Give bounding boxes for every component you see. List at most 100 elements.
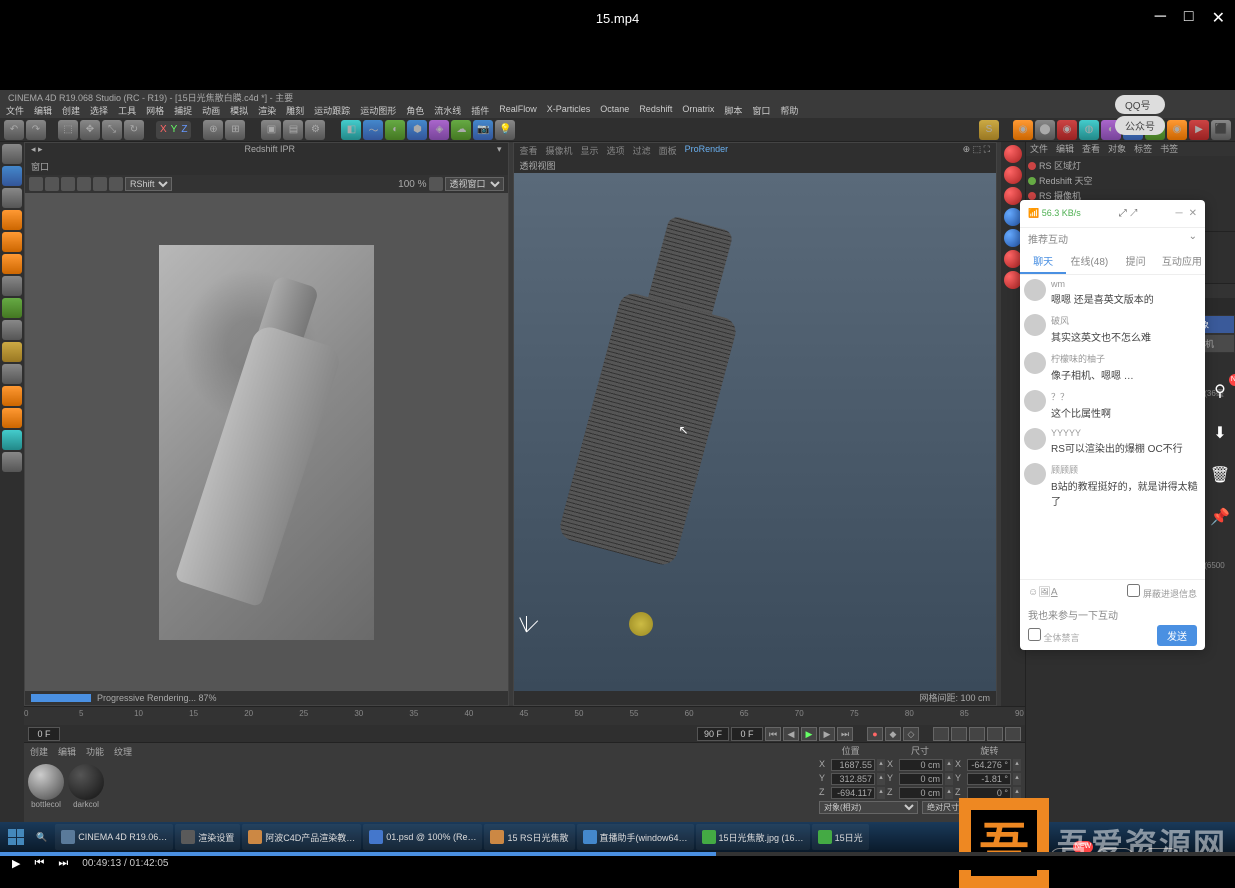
tl-start[interactable] <box>28 727 60 741</box>
tl-first-icon[interactable]: ⏮ <box>765 727 781 741</box>
snap-icon[interactable]: ⊞ <box>225 120 245 140</box>
vp-tab-2[interactable]: 显示 <box>581 144 599 158</box>
menu-网格[interactable]: 网格 <box>146 104 164 118</box>
selection-gizmo[interactable] <box>629 612 653 636</box>
enable-icon[interactable] <box>2 298 22 318</box>
chat-close-icon[interactable]: ✕ <box>1189 208 1197 219</box>
ipr-stop-icon[interactable] <box>45 177 59 191</box>
material-ball-1[interactable] <box>28 764 64 800</box>
download-icon[interactable]: ⬇ <box>1209 422 1231 444</box>
rs-icon[interactable]: ◉ <box>1013 120 1033 140</box>
qq-badge-top[interactable]: QQ号 <box>1115 95 1165 114</box>
chat-tab-1[interactable]: 在线(48) <box>1066 249 1112 274</box>
hide-msg-checkbox[interactable] <box>1127 584 1140 597</box>
menu-捕捉[interactable]: 捕捉 <box>174 104 192 118</box>
uv-point-icon[interactable] <box>2 408 22 428</box>
menu-选择[interactable]: 选择 <box>90 104 108 118</box>
nav-orb-2[interactable] <box>1004 166 1022 184</box>
menu-文件[interactable]: 文件 <box>6 104 24 118</box>
obj-Redshift 天空[interactable]: Redshift 天空 <box>1028 173 1233 188</box>
vp-tab-0[interactable]: 查看 <box>520 144 538 158</box>
redo-icon[interactable]: ↷ <box>26 120 46 140</box>
search-icon[interactable]: 🔍 <box>30 824 53 850</box>
rs-render-icon[interactable]: ▶ <box>1189 120 1209 140</box>
tl-scale-icon[interactable] <box>951 727 967 741</box>
menu-编辑[interactable]: 编辑 <box>34 104 52 118</box>
render-settings-icon[interactable]: ⚙ <box>305 120 325 140</box>
ipr-toolbar[interactable]: RShift 100 % 透视窗口 <box>25 175 508 193</box>
material-ball-2[interactable] <box>68 764 104 800</box>
poly-mode-icon[interactable] <box>2 254 22 274</box>
material-manager[interactable]: 创建编辑功能纹理 bottlecol darkcol <box>24 742 815 822</box>
cube-icon[interactable]: ◧ <box>341 120 361 140</box>
vp-tab-1[interactable]: 摄像机 <box>546 144 573 158</box>
chevron-down-icon[interactable]: ⌄ <box>1189 231 1197 246</box>
chat-tab-0[interactable]: 聊天 <box>1020 249 1066 274</box>
menu-RealFlow[interactable]: RealFlow <box>499 104 537 118</box>
video-progress[interactable] <box>0 852 1235 856</box>
tl-last-icon[interactable]: ⏭ <box>837 727 853 741</box>
texture-mode-icon[interactable] <box>2 166 22 186</box>
qq-badge-bot[interactable]: 公众号 <box>1115 116 1165 135</box>
ipr-zoom-spin[interactable] <box>429 177 443 191</box>
prev-track-icon[interactable]: ⏮ <box>34 857 44 870</box>
obj-RS 区域灯[interactable]: RS 区域灯 <box>1028 158 1233 173</box>
ipr-region-icon[interactable] <box>77 177 91 191</box>
vp-tab-3[interactable]: 选项 <box>607 144 625 158</box>
tl-prev-icon[interactable]: ◀ <box>783 727 799 741</box>
share-icon[interactable]: ⚲ <box>1209 380 1231 402</box>
plugin-s-icon[interactable]: S <box>979 120 999 140</box>
axis-icon[interactable] <box>2 276 22 296</box>
chat-tab-3[interactable]: 互动应用 <box>1159 249 1205 274</box>
undo-icon[interactable]: ↶ <box>4 120 24 140</box>
point-mode-icon[interactable] <box>2 210 22 230</box>
tl-auto-icon[interactable]: ◇ <box>903 727 919 741</box>
uv-poly-icon[interactable] <box>2 430 22 450</box>
nurbs-icon[interactable]: ◐ <box>385 120 405 140</box>
light-icon[interactable]: 💡 <box>495 120 515 140</box>
select-icon[interactable]: ⬚ <box>58 120 78 140</box>
menu-Redshift[interactable]: Redshift <box>639 104 672 118</box>
viewport-solo-icon[interactable] <box>2 320 22 340</box>
qq-badges[interactable]: QQ号 公众号 <box>1115 95 1165 135</box>
ipr-bucket-icon[interactable] <box>109 177 123 191</box>
rs-ipr-icon[interactable]: ⬛ <box>1211 120 1231 140</box>
vp-tab-6[interactable]: ProRender <box>685 144 729 158</box>
taskbar-CINEMA 4D R19.06…[interactable]: CINEMA 4D R19.06… <box>55 824 173 850</box>
ipr-snapshot-icon[interactable] <box>93 177 107 191</box>
menu-运动跟踪[interactable]: 运动跟踪 <box>314 104 350 118</box>
locked-workplane-icon[interactable] <box>2 364 22 384</box>
viewport-menu[interactable]: 查看摄像机显示选项过滤面板 ProRender <box>520 144 729 158</box>
send-button[interactable]: 发送 <box>1157 625 1197 646</box>
taskbar-渲染设置[interactable]: 渲染设置 <box>175 824 240 850</box>
rotate-icon[interactable]: ↻ <box>124 120 144 140</box>
viewport-3d[interactable]: ↖ <box>514 173 997 691</box>
taskbar-15日光[interactable]: 15日光 <box>812 824 869 850</box>
vp-tab-5[interactable]: 面板 <box>659 144 677 158</box>
ipr-mode-select[interactable]: RShift <box>125 177 172 191</box>
menu-脚本[interactable]: 脚本 <box>724 104 742 118</box>
menu-渲染[interactable]: 渲染 <box>258 104 276 118</box>
tl-next-icon[interactable]: ▶ <box>819 727 835 741</box>
pin-icon[interactable]: 📌NEW <box>1209 506 1231 528</box>
move-icon[interactable]: ✥ <box>80 120 100 140</box>
menu-帮助[interactable]: 帮助 <box>780 104 798 118</box>
tl-cur[interactable] <box>731 727 763 741</box>
menu-工具[interactable]: 工具 <box>118 104 136 118</box>
ipr-menu[interactable]: 窗口 <box>25 159 508 175</box>
vp-tab-4[interactable]: 过滤 <box>633 144 651 158</box>
rs-light-icon[interactable]: ⬤ <box>1035 120 1055 140</box>
menu-窗口[interactable]: 窗口 <box>752 104 770 118</box>
next-track-icon[interactable]: ⏭ <box>58 857 68 870</box>
chat-panel[interactable]: 📶 56.3 KB/s ⤢ ↗ ─✕ 推荐互动⌄ 聊天在线(48)提问互动应用 … <box>1020 200 1205 650</box>
generator-icon[interactable]: ⬢ <box>407 120 427 140</box>
coord-icon[interactable]: ⊕ <box>203 120 223 140</box>
menu-X-Particles[interactable]: X-Particles <box>547 104 591 118</box>
render-icon[interactable]: ▣ <box>261 120 281 140</box>
menu-流水线[interactable]: 流水线 <box>434 104 461 118</box>
maximize-icon[interactable]: □ <box>1184 8 1194 28</box>
tl-pla-icon[interactable] <box>1005 727 1021 741</box>
menu-Octane[interactable]: Octane <box>600 104 629 118</box>
left-toolbar[interactable] <box>0 142 24 822</box>
render-region-icon[interactable]: ▤ <box>283 120 303 140</box>
